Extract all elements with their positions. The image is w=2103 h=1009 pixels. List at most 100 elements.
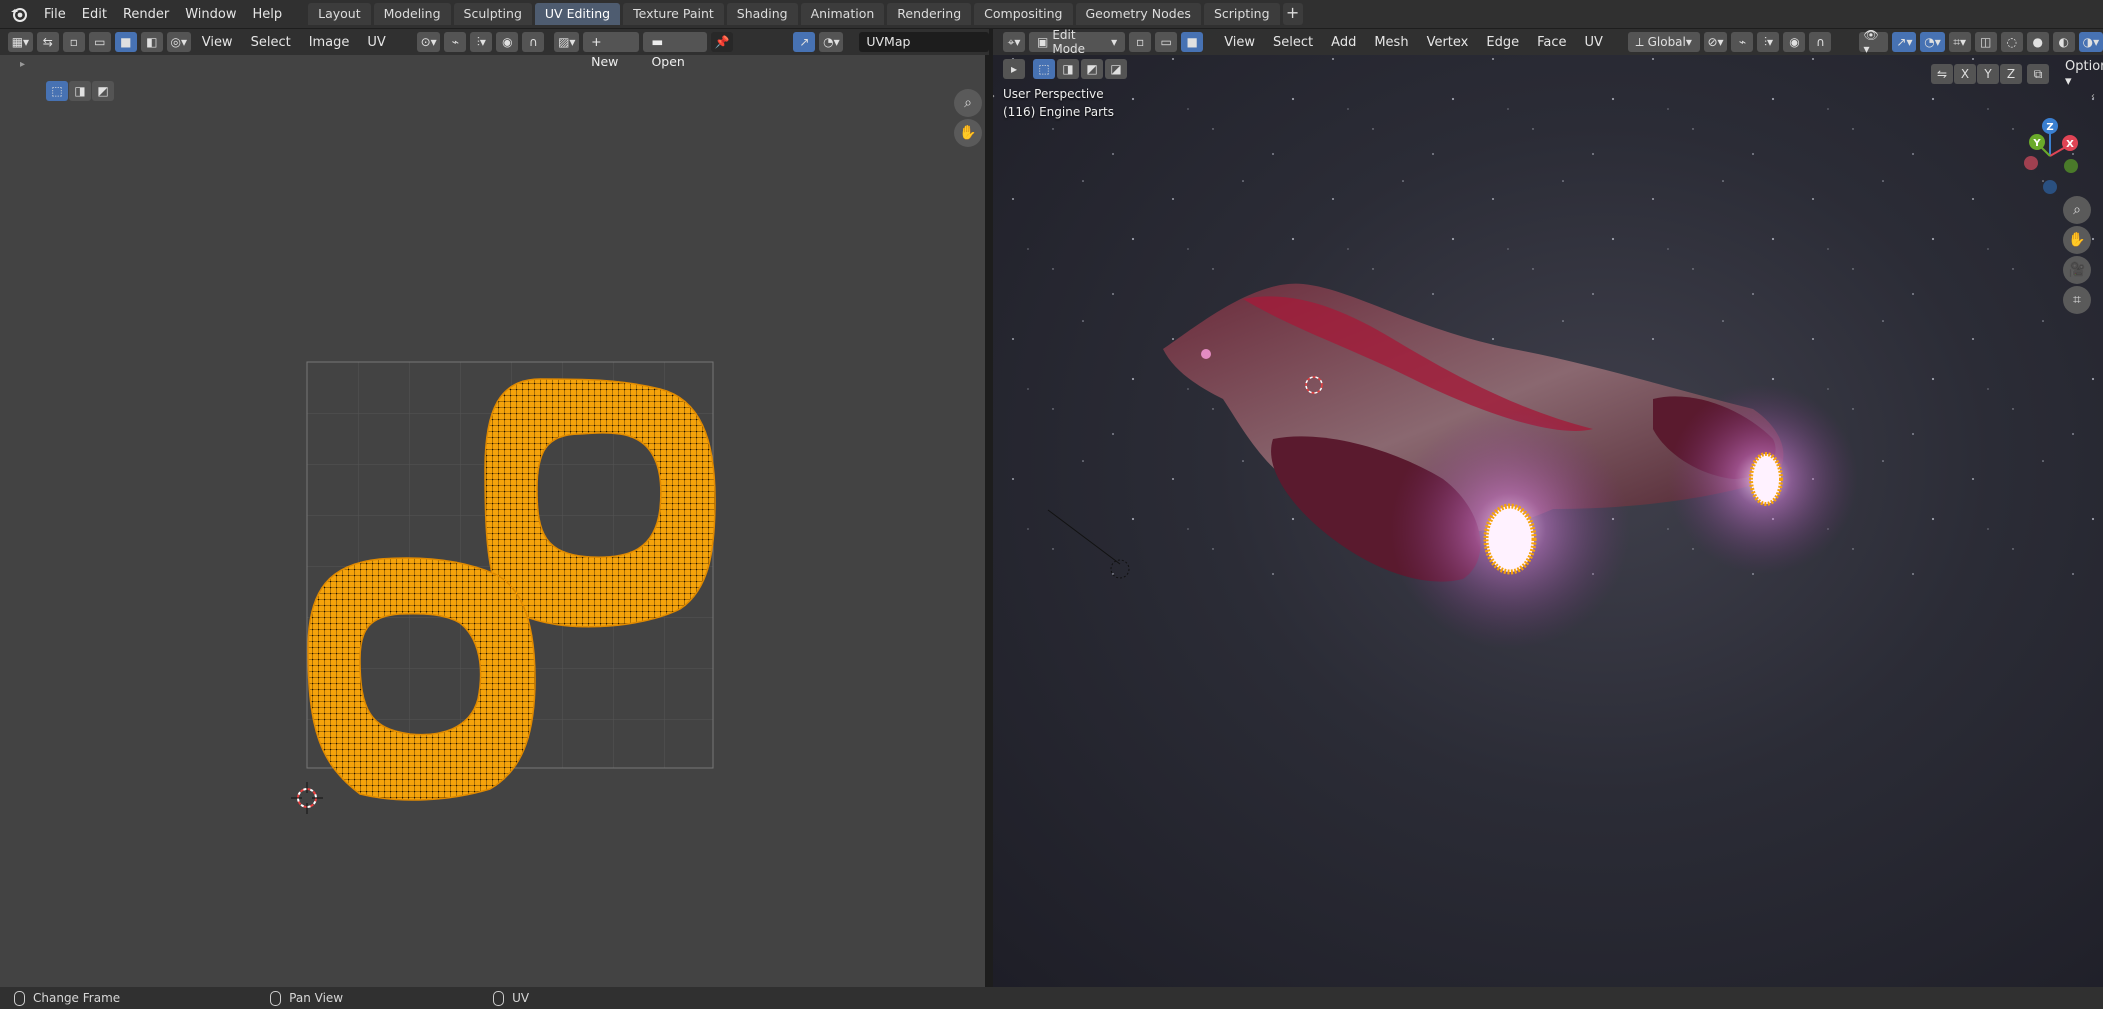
wireframe-shading-icon[interactable]: ◌: [2000, 32, 2023, 52]
uv-editor-area[interactable]: ▦▾ ⇆ ▫ ▭ ■ ◧ ◎▾ View Select Image UV ⊙▾ …: [0, 29, 989, 987]
menu-edit[interactable]: Edit: [74, 0, 115, 29]
vp-select-box-icon[interactable]: ⬚: [1033, 59, 1055, 79]
vp-pan-hand-icon[interactable]: ✋: [2063, 226, 2091, 254]
vp-select-invert-icon[interactable]: ◪: [1105, 59, 1127, 79]
image-browse-icon[interactable]: ▨▾: [554, 32, 580, 52]
xray-icon[interactable]: ◫: [1974, 32, 1997, 52]
tab-scripting[interactable]: Scripting: [1203, 3, 1280, 25]
visibility-icon[interactable]: 👁▾: [1859, 29, 1889, 56]
vertex-select-icon[interactable]: ▫: [62, 32, 85, 52]
face-mode-icon[interactable]: ■: [1181, 32, 1204, 52]
vertex-mode-icon[interactable]: ▫: [1129, 32, 1152, 52]
uv-menu-image[interactable]: Image: [302, 35, 357, 50]
3d-viewport[interactable]: Z X Y ⌖▾ ▣ Edit Mode ▾ ▫ ▭ ■ View Select…: [993, 29, 2103, 987]
pivot-icon[interactable]: ⊘▾: [1703, 32, 1728, 52]
sticky-select-icon[interactable]: ◎▾: [166, 32, 191, 52]
uvmap-field[interactable]: UVMap: [859, 32, 989, 52]
vp-menu-view[interactable]: View: [1217, 35, 1262, 50]
vp-proportional-icon[interactable]: ◉: [1783, 32, 1806, 52]
menu-help[interactable]: Help: [245, 0, 291, 29]
tab-geometry-nodes[interactable]: Geometry Nodes: [1075, 3, 1201, 25]
vp-toolbar-expand-icon[interactable]: ›: [993, 91, 995, 102]
select-subtract-icon[interactable]: ◩: [92, 81, 114, 101]
select-extend-icon[interactable]: ◨: [69, 81, 91, 101]
tab-shading[interactable]: Shading: [726, 3, 798, 25]
mirror-icon[interactable]: ⇋: [1931, 64, 1953, 84]
pan-hand-icon[interactable]: ✋: [954, 119, 982, 147]
material-shading-icon[interactable]: ◐: [2052, 32, 2075, 52]
mode-dropdown[interactable]: ▣ Edit Mode ▾: [1029, 29, 1126, 56]
engine-nozzle-left-selected[interactable]: [1483, 503, 1537, 575]
select-box-icon[interactable]: ⬚: [46, 81, 68, 101]
edge-mode-icon[interactable]: ▭: [1155, 32, 1178, 52]
camera-view-icon[interactable]: 🎥: [2063, 256, 2091, 284]
zoom-icon[interactable]: ⌕: [954, 89, 982, 117]
menu-file[interactable]: File: [36, 0, 74, 29]
tab-rendering[interactable]: Rendering: [887, 3, 972, 25]
vp-menu-add[interactable]: Add: [1324, 35, 1363, 50]
vp-select-extend-icon[interactable]: ◨: [1057, 59, 1079, 79]
sync-selection-icon[interactable]: ⇆: [36, 32, 59, 52]
vp-menu-uv[interactable]: UV: [1577, 35, 1609, 50]
snap-icon[interactable]: ⌁: [444, 32, 467, 52]
vp-menu-face[interactable]: Face: [1530, 35, 1573, 50]
island-select-icon[interactable]: ◧: [140, 32, 163, 52]
viewport-editor-type-icon[interactable]: ⌖▾: [1003, 32, 1025, 52]
tab-compositing[interactable]: Compositing: [974, 3, 1073, 25]
snap-target-icon[interactable]: ⫶▾: [470, 32, 493, 52]
orientation-dropdown[interactable]: ⟂ Global ▾: [1627, 32, 1700, 52]
vp-select-subtract-icon[interactable]: ◩: [1081, 59, 1103, 79]
vp-overlay-icon[interactable]: ◔▾: [1920, 32, 1945, 52]
active-tool-icon[interactable]: ▸: [1003, 59, 1025, 79]
open-image-button[interactable]: ▬ Open: [643, 32, 707, 69]
pin-icon[interactable]: 📌: [710, 32, 734, 52]
editor-type-icon[interactable]: ▦▾: [8, 32, 33, 52]
uv-menu-view[interactable]: View: [195, 35, 240, 50]
overlay-toggle-icon[interactable]: ◔▾: [819, 32, 844, 52]
mirror-x-button[interactable]: X: [1954, 64, 1976, 84]
tab-sculpting[interactable]: Sculpting: [453, 3, 532, 25]
menu-window[interactable]: Window: [177, 0, 244, 29]
vp-zoom-icon[interactable]: ⌕: [2063, 196, 2091, 224]
sidebar-expand-icon[interactable]: ‹: [2091, 91, 2095, 102]
vp-gizmo-icon[interactable]: ↗▾: [1892, 32, 1917, 52]
2d-cursor[interactable]: [291, 782, 323, 814]
tab-texture-paint[interactable]: Texture Paint: [623, 3, 724, 25]
auto-merge-icon[interactable]: ⧉: [2027, 64, 2049, 84]
blender-logo-icon[interactable]: [8, 3, 30, 25]
falloff-icon[interactable]: ∩: [522, 32, 545, 52]
gizmo-toggle-icon[interactable]: ↗: [793, 32, 816, 52]
uv-menu-select[interactable]: Select: [244, 35, 298, 50]
gizmo-z-label: Z: [2046, 122, 2053, 133]
tab-layout[interactable]: Layout: [308, 3, 371, 25]
mirror-y-button[interactable]: Y: [1977, 64, 1999, 84]
mirror-z-button[interactable]: Z: [2000, 64, 2022, 84]
add-workspace-button[interactable]: +: [1282, 3, 1303, 25]
engine-nozzle-right-selected[interactable]: [1749, 452, 1783, 506]
vp-menu-mesh[interactable]: Mesh: [1367, 35, 1415, 50]
edge-select-icon[interactable]: ▭: [88, 32, 111, 52]
tab-modeling[interactable]: Modeling: [373, 3, 451, 25]
vp-snap-icon[interactable]: ⌁: [1731, 32, 1754, 52]
proportional-edit-icon[interactable]: ◉: [496, 32, 519, 52]
pivot-point-icon[interactable]: ⊙▾: [416, 32, 441, 52]
vp-falloff-icon[interactable]: ∩: [1809, 32, 1832, 52]
new-image-button[interactable]: + New: [583, 32, 640, 69]
uv-canvas[interactable]: [0, 29, 989, 987]
vp-menu-select[interactable]: Select: [1266, 35, 1320, 50]
ortho-toggle-icon[interactable]: ⌗: [2063, 286, 2091, 314]
rendered-shading-icon[interactable]: ◑▾: [2078, 32, 2103, 52]
vp-snap-target-icon[interactable]: ⫶▾: [1757, 32, 1780, 52]
vp-menu-vertex[interactable]: Vertex: [1420, 35, 1476, 50]
face-select-icon[interactable]: ■: [114, 32, 137, 52]
menu-render[interactable]: Render: [115, 0, 177, 29]
toolbar-expand-icon[interactable]: ▸: [20, 59, 25, 70]
uv-menu-uv[interactable]: UV: [360, 35, 392, 50]
tab-animation[interactable]: Animation: [800, 3, 885, 25]
solid-shading-icon[interactable]: ●: [2026, 32, 2049, 52]
options-dropdown[interactable]: Options ▾: [2058, 59, 2103, 89]
viewport-scene[interactable]: Z X Y: [993, 29, 2103, 987]
mesh-overlay-icon[interactable]: ⌗▾: [1948, 32, 1971, 52]
vp-menu-edge[interactable]: Edge: [1479, 35, 1526, 50]
tab-uv-editing[interactable]: UV Editing: [534, 3, 621, 25]
